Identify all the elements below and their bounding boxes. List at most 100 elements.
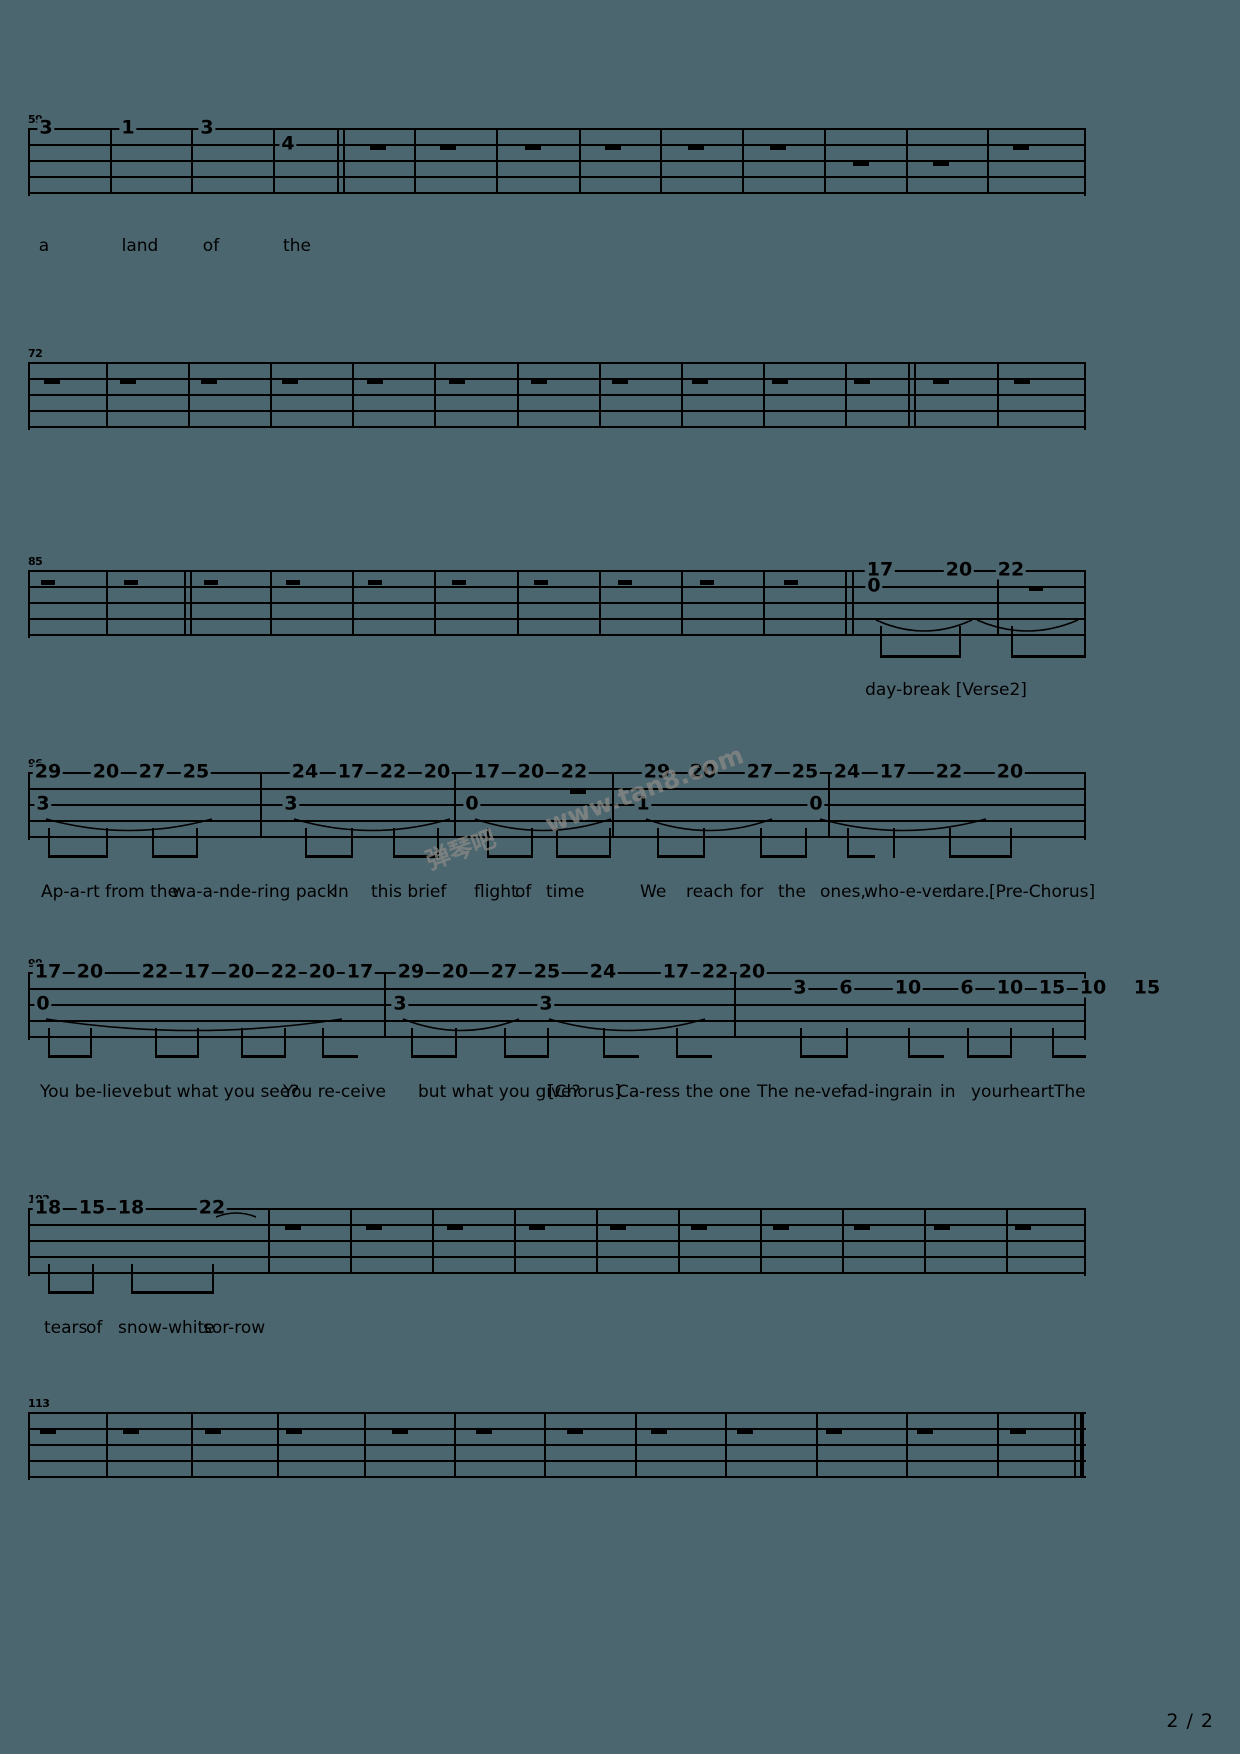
string-line-4 [28, 410, 1086, 412]
barline [660, 128, 662, 194]
lyric-syllable: [Chorus] [548, 1082, 621, 1102]
tab-note: 22 [268, 960, 300, 983]
note-beam [967, 1055, 1012, 1058]
tab-note: 0 [807, 792, 825, 815]
tab-note: 17 [344, 960, 376, 983]
rest-symbol [1013, 144, 1029, 150]
string-line-2 [28, 144, 1086, 146]
rest-symbol [370, 144, 386, 150]
tab-note: 20 [306, 960, 338, 983]
note-beam [152, 855, 198, 858]
rest-symbol [366, 1224, 382, 1230]
rest-symbol [531, 378, 547, 384]
lyric-syllable: a [38, 236, 50, 256]
staff-left-edge [28, 362, 30, 430]
tab-note: 20 [736, 960, 768, 983]
string-line-1 [28, 570, 1086, 572]
tab-note: 17 [471, 760, 503, 783]
tab-note: 29 [395, 960, 427, 983]
tab-note: 17 [335, 760, 367, 783]
barline [734, 972, 736, 1038]
string-line-1 [28, 1208, 1086, 1210]
note-beam [657, 855, 705, 858]
note-beam [305, 855, 353, 858]
note-beam [155, 1055, 199, 1058]
barline [106, 362, 108, 428]
rest-symbol [40, 1428, 56, 1434]
tab-note: 22 [558, 760, 590, 783]
rest-symbol [773, 1224, 789, 1230]
tab-note: 3 [282, 792, 300, 815]
note-beam [949, 855, 1012, 858]
tab-page: 59 3 1 3 4 a land of the 72 85 17 20 22 … [0, 0, 1240, 1754]
tab-staff [28, 1208, 1086, 1276]
tab-note: 15 [1036, 976, 1068, 999]
final-barline-thin [1074, 1412, 1076, 1478]
lyric-syllable: of [86, 1318, 103, 1338]
rest-symbol [529, 1224, 545, 1230]
note-stem [1010, 1028, 1012, 1058]
rest-symbol [933, 378, 949, 384]
barline [273, 128, 275, 194]
staff-left-edge [28, 570, 30, 638]
barline [987, 128, 989, 194]
lyric-syllable: The [1054, 1082, 1086, 1102]
barline [997, 362, 999, 428]
rest-symbol [1015, 1224, 1031, 1230]
note-beam [322, 1055, 358, 1058]
tab-note: 17 [181, 960, 213, 983]
barline [635, 1412, 637, 1478]
tab-note: 22 [377, 760, 409, 783]
barline [454, 1412, 456, 1478]
note-stem [1052, 1028, 1054, 1058]
double-barline [343, 128, 345, 194]
tab-note: 25 [789, 760, 821, 783]
string-line-4 [28, 1460, 1086, 1462]
barline [517, 570, 519, 636]
lyric-syllable: land [121, 236, 159, 256]
tab-note: 24 [587, 960, 619, 983]
barline [906, 1412, 908, 1478]
rest-symbol [1029, 586, 1043, 591]
rest-symbol [826, 1428, 842, 1434]
barline [760, 1208, 762, 1274]
rest-symbol [691, 1224, 707, 1230]
barline [924, 1208, 926, 1274]
tab-note: 20 [439, 960, 471, 983]
barline [268, 1208, 270, 1274]
lyric-syllable: snow-white [118, 1318, 215, 1338]
barline [1006, 1208, 1008, 1274]
rest-symbol [612, 378, 628, 384]
barline [277, 1412, 279, 1478]
staff-left-edge [28, 1208, 30, 1276]
tab-note: 6 [958, 976, 976, 999]
double-barline [184, 570, 186, 636]
slur-arc [819, 818, 987, 832]
tab-note: 22 [995, 558, 1027, 581]
barline [364, 1412, 366, 1478]
barline [496, 128, 498, 194]
final-barline-thick [1080, 1412, 1084, 1478]
string-line-3 [28, 160, 1086, 162]
tab-note: 27 [136, 760, 168, 783]
slur-arc [215, 1212, 257, 1218]
note-beam [48, 1055, 92, 1058]
lyric-syllable: You be-lieve [40, 1082, 143, 1102]
note-stem [131, 1264, 133, 1294]
staff-right-edge [1084, 128, 1086, 196]
barline [106, 570, 108, 636]
rest-symbol [610, 1224, 626, 1230]
string-line-4 [28, 176, 1086, 178]
barline [352, 570, 354, 636]
tab-note: 17 [32, 960, 64, 983]
barline [454, 772, 456, 838]
note-beam [1011, 655, 1086, 658]
tab-note: 20 [421, 760, 453, 783]
barline [681, 570, 683, 636]
slur-arc [976, 619, 1079, 632]
tab-note: 1 [119, 116, 137, 139]
note-beam [1052, 1055, 1086, 1058]
tab-note: 0 [34, 992, 52, 1015]
string-line-1 [28, 1412, 1086, 1414]
measure-number: 113 [28, 1397, 50, 1410]
